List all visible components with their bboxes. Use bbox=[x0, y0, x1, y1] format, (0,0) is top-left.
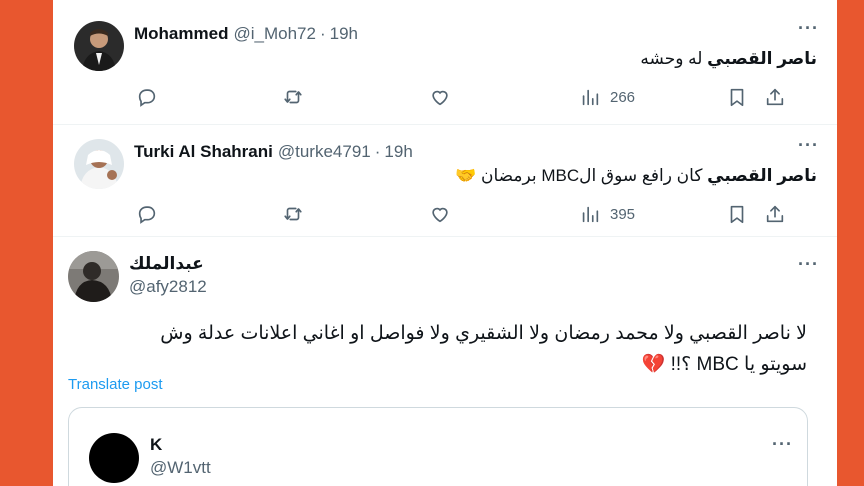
tweet-text-bold: ناصر القصبي bbox=[707, 49, 817, 68]
avatar[interactable] bbox=[89, 433, 139, 483]
display-name[interactable]: Turki Al Shahrani bbox=[134, 142, 273, 162]
tweet-text: لا ناصر القصبي ولا محمد رمضان ولا الشقير… bbox=[107, 318, 807, 380]
bookmark-icon[interactable] bbox=[726, 86, 748, 108]
more-icon[interactable]: ··· bbox=[798, 135, 819, 156]
views-icon bbox=[582, 89, 599, 106]
more-icon[interactable]: ··· bbox=[798, 254, 819, 275]
user-handle[interactable]: @W1vtt bbox=[150, 458, 211, 478]
retweet-icon[interactable] bbox=[282, 203, 304, 225]
display-name[interactable]: Mohammed bbox=[134, 24, 228, 44]
reply-icon[interactable] bbox=[136, 86, 158, 108]
retweet-icon[interactable] bbox=[282, 86, 304, 108]
share-icon[interactable] bbox=[764, 203, 786, 225]
tweet-text: ناصر القصبي له وحشه bbox=[640, 49, 817, 69]
share-icon[interactable] bbox=[764, 86, 786, 108]
avatar[interactable] bbox=[74, 21, 124, 71]
user-handle[interactable]: @afy2812 bbox=[129, 277, 207, 297]
tweet-text-line-2-text: سويتو يا MBC ؟!! bbox=[670, 354, 807, 375]
more-icon[interactable]: ··· bbox=[772, 434, 793, 455]
views-count: 266 bbox=[610, 88, 636, 106]
tweet-mohammed[interactable]: Mohammed @i_Moh72 · 19h ··· ناصر القصبي … bbox=[53, 0, 837, 124]
user-handle[interactable]: @i_Moh72 bbox=[233, 24, 315, 44]
display-name[interactable]: K bbox=[150, 435, 162, 455]
handshake-emoji: 🤝 bbox=[455, 166, 477, 185]
quoted-tweet[interactable]: K @W1vtt ··· bbox=[68, 407, 808, 486]
broken-heart-emoji: 💔 bbox=[641, 354, 666, 375]
user-handle[interactable]: @turke4791 bbox=[278, 142, 371, 162]
views-count: 395 bbox=[610, 205, 636, 223]
timestamp[interactable]: 19h bbox=[384, 142, 412, 162]
separator-dot: · bbox=[374, 142, 381, 161]
action-bar: 266 bbox=[53, 86, 837, 110]
tweet-text-line-1: لا ناصر القصبي ولا محمد رمضان ولا الشقير… bbox=[160, 323, 807, 344]
display-name[interactable]: عبدالملك bbox=[129, 254, 204, 274]
views-icon bbox=[582, 206, 599, 223]
avatar[interactable] bbox=[68, 251, 119, 302]
timestamp[interactable]: 19h bbox=[330, 24, 358, 44]
tweet-turki[interactable]: Turki Al Shahrani @turke4791 · 19h ··· ن… bbox=[53, 125, 837, 236]
tweet-text-rest: له وحشه bbox=[640, 49, 703, 68]
avatar[interactable] bbox=[74, 139, 124, 189]
views-counter[interactable]: 266 bbox=[579, 86, 635, 108]
separator-dot: · bbox=[319, 24, 326, 43]
tweet-text-rest: كان رافع سوق الMBC برمضان bbox=[480, 166, 703, 185]
more-icon[interactable]: ··· bbox=[798, 18, 819, 39]
action-bar: 395 bbox=[53, 203, 837, 227]
views-counter[interactable]: 395 bbox=[579, 203, 635, 225]
tweet-text-bold: ناصر القصبي bbox=[707, 166, 817, 185]
tweet-text-line-2: سويتو يا MBC ؟!! 💔 bbox=[107, 349, 807, 380]
timeline-card: Mohammed @i_Moh72 · 19h ··· ناصر القصبي … bbox=[53, 0, 837, 486]
translate-post-link[interactable]: Translate post bbox=[68, 376, 163, 393]
tweet-text: ناصر القصبي كان رافع سوق الMBC برمضان 🤝 bbox=[455, 166, 817, 186]
like-icon[interactable] bbox=[429, 86, 451, 108]
bookmark-icon[interactable] bbox=[726, 203, 748, 225]
reply-icon[interactable] bbox=[136, 203, 158, 225]
like-icon[interactable] bbox=[429, 203, 451, 225]
